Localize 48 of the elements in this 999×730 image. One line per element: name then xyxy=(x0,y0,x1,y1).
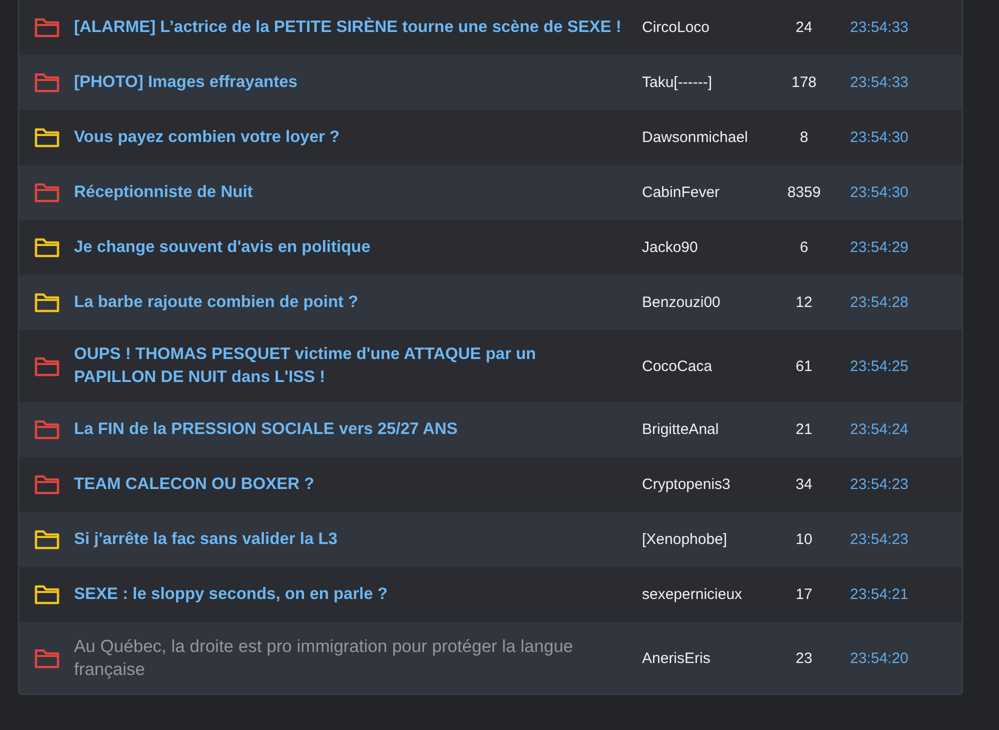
reply-count: 61 xyxy=(794,358,814,374)
reply-count: 12 xyxy=(794,294,814,311)
last-post-time[interactable]: 23:54:33 xyxy=(850,19,908,36)
topic-title-link[interactable]: Vous payez combien votre loyer ? xyxy=(74,126,642,149)
reply-count: 6 xyxy=(798,239,810,256)
last-post-time[interactable]: 23:54:30 xyxy=(850,184,908,201)
author-name[interactable]: Jacko90 xyxy=(642,239,774,256)
topic-title-link[interactable]: OUPS ! THOMAS PESQUET victime d'une ATTAQUE par un PAPILLON DE NUIT dans L'ISS ! xyxy=(74,343,642,389)
last-post-time[interactable]: 23:54:20 xyxy=(850,650,908,666)
author-name[interactable]: Taku[------] xyxy=(642,74,774,91)
topic-title-link[interactable]: Au Québec, la droite est pro immigration pour protéger la langue française xyxy=(74,635,642,681)
author-name[interactable]: CocoCaca xyxy=(642,358,774,374)
author-name[interactable]: CabinFever xyxy=(642,184,774,201)
topic-title-link[interactable]: [ALARME] L’actrice de la PETITE SIRÈNE tourne une scène de SEXE ! xyxy=(74,16,642,39)
topic-title-link[interactable]: Si j'arrête la fac sans valider la L3 xyxy=(74,528,642,551)
reply-count: 10 xyxy=(794,531,814,548)
author-name[interactable]: CircoLoco xyxy=(642,19,774,36)
last-post-time[interactable]: 23:54:21 xyxy=(850,586,908,603)
author-name[interactable]: Cryptopenis3 xyxy=(642,476,774,493)
topic-title-link[interactable]: SEXE : le sloppy seconds, on en parle ? xyxy=(74,583,642,606)
topic-title-link[interactable]: Réceptionniste de Nuit xyxy=(74,181,642,204)
reply-count: 24 xyxy=(794,19,814,36)
topic-title-link[interactable]: TEAM CALECON OU BOXER ? xyxy=(74,473,642,496)
reply-count: 21 xyxy=(794,421,814,438)
reply-count: 8359 xyxy=(786,184,822,201)
topic-title-link[interactable]: Je change souvent d'avis en politique xyxy=(74,236,642,259)
reply-count: 178 xyxy=(790,74,818,91)
topic-title-link[interactable]: La barbe rajoute combien de point ? xyxy=(74,291,642,314)
author-name[interactable]: Benzouzi00 xyxy=(642,294,774,311)
last-post-time[interactable]: 23:54:29 xyxy=(850,239,908,256)
last-post-time[interactable]: 23:54:30 xyxy=(850,129,908,146)
topic-title-link[interactable]: La FIN de la PRESSION SOCIALE vers 25/27 ANS xyxy=(74,418,642,441)
last-post-time[interactable]: 23:54:28 xyxy=(850,294,908,311)
author-name[interactable]: [Xenophobe] xyxy=(642,531,774,548)
last-post-time[interactable]: 23:54:24 xyxy=(850,421,908,438)
author-name[interactable]: sexepernicieux xyxy=(642,586,774,603)
reply-count: 8 xyxy=(798,129,810,146)
author-name[interactable]: BrigitteAnal xyxy=(642,421,774,438)
reply-count: 23 xyxy=(794,650,814,666)
author-name[interactable]: Dawsonmichael xyxy=(642,129,774,146)
last-post-time[interactable]: 23:54:23 xyxy=(850,476,908,493)
last-post-time[interactable]: 23:54:25 xyxy=(850,358,908,374)
author-name[interactable]: AnerisEris xyxy=(642,650,774,666)
reply-count: 17 xyxy=(794,586,814,603)
last-post-time[interactable]: 23:54:23 xyxy=(850,531,908,548)
reply-count: 34 xyxy=(794,476,814,493)
topic-title-link[interactable]: [PHOTO] Images effrayantes xyxy=(74,71,642,94)
last-post-time[interactable]: 23:54:33 xyxy=(850,74,908,91)
